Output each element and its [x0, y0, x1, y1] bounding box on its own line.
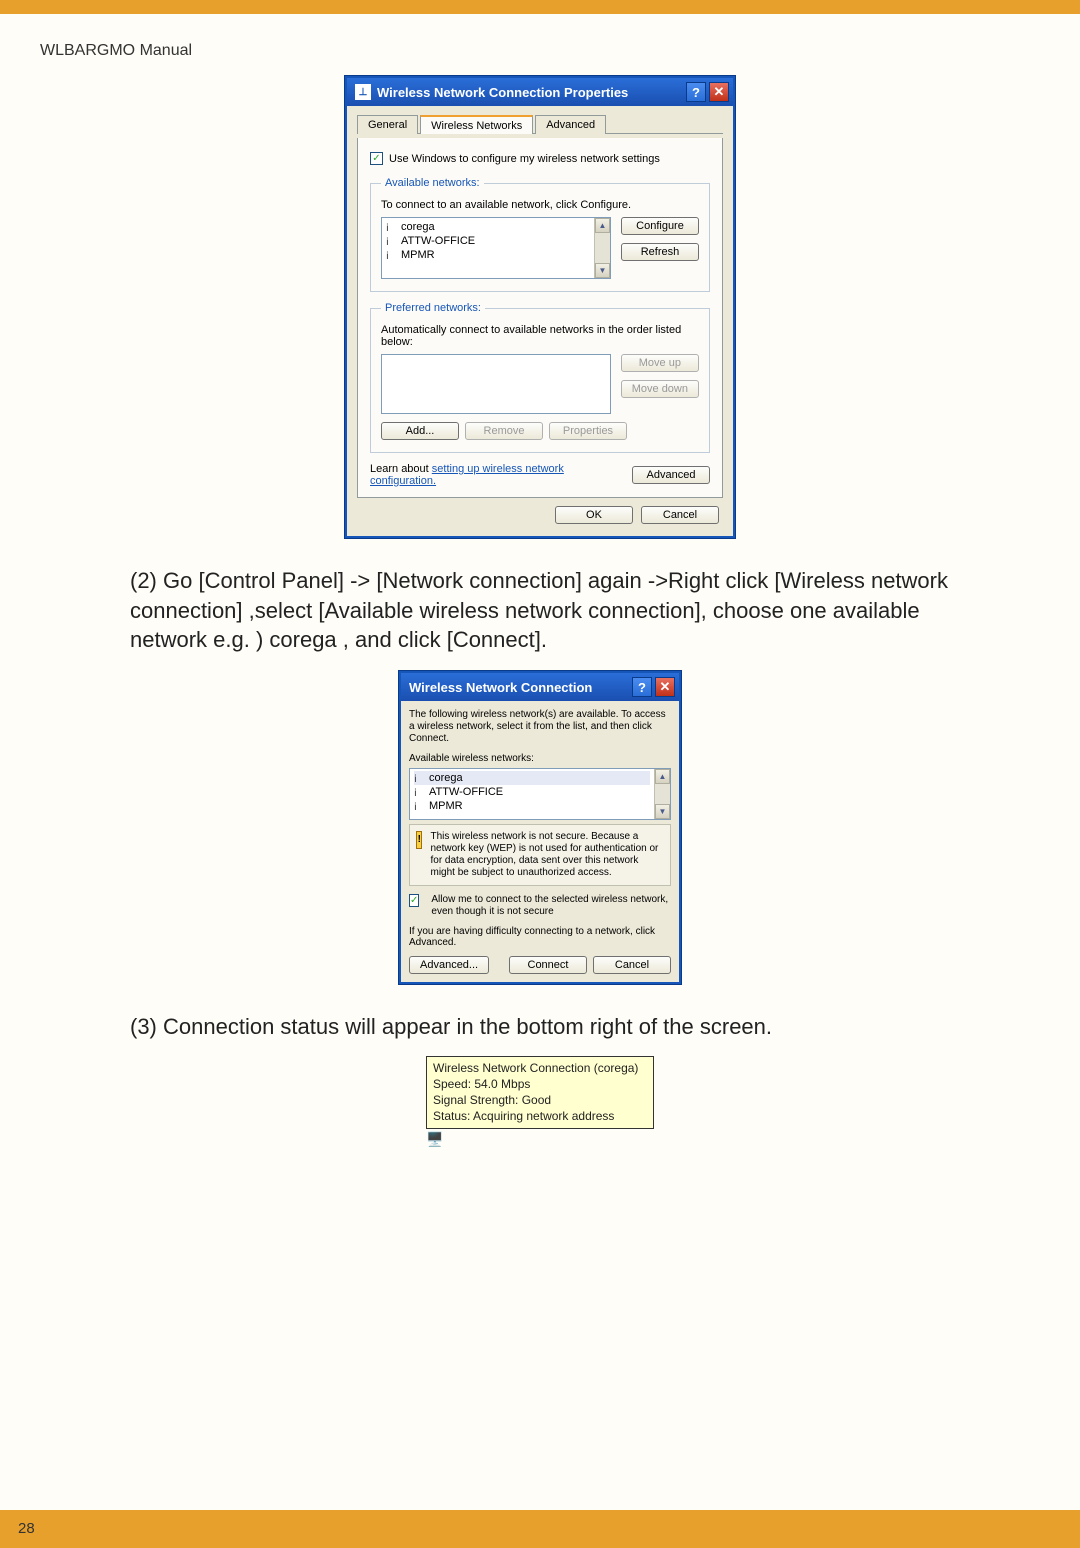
properties-button: Properties: [549, 422, 627, 440]
titlebar[interactable]: ⊥ Wireless Network Connection Properties…: [347, 78, 733, 106]
network-icon: [414, 801, 425, 812]
use-windows-checkbox[interactable]: ✓: [370, 152, 383, 165]
refresh-button[interactable]: Refresh: [621, 243, 699, 261]
wireless-connection-dialog: Wireless Network Connection ? ✕ The foll…: [399, 671, 681, 984]
list-item: ATTW-OFFICE: [386, 234, 590, 248]
close-button[interactable]: ✕: [655, 677, 675, 697]
tooltip-line: Signal Strength: Good: [433, 1092, 647, 1108]
tooltip-line: Status: Acquiring network address: [433, 1108, 647, 1124]
scrollbar[interactable]: ▲ ▼: [594, 218, 610, 278]
move-up-button: Move up: [621, 354, 699, 372]
window-title: Wireless Network Connection Properties: [377, 85, 628, 100]
available-networks-group: Available networks: To connect to an ava…: [370, 177, 710, 292]
page-header: WLBARGMO Manual: [0, 14, 1080, 60]
page-footer: 28: [0, 1510, 1080, 1548]
cancel-button[interactable]: Cancel: [641, 506, 719, 524]
remove-button: Remove: [465, 422, 543, 440]
scrollbar[interactable]: ▲ ▼: [654, 769, 670, 819]
scroll-up-icon[interactable]: ▲: [595, 218, 610, 233]
warning-icon: !: [416, 831, 422, 849]
tab-bar: General Wireless Networks Advanced: [357, 114, 723, 134]
network-icon: [386, 236, 397, 247]
warning-text: This wireless network is not secure. Bec…: [430, 831, 664, 879]
preferred-desc: Automatically connect to available netwo…: [381, 324, 699, 348]
allow-insecure-label: Allow me to connect to the selected wire…: [431, 894, 671, 918]
tray-network-icon: 🖥️: [426, 1131, 446, 1151]
help-button[interactable]: ?: [686, 82, 706, 102]
cancel-button[interactable]: Cancel: [593, 956, 671, 974]
scroll-down-icon[interactable]: ▼: [655, 804, 670, 819]
preferred-legend: Preferred networks:: [381, 302, 485, 314]
available-legend: Available networks:: [381, 177, 484, 189]
list-item: corega: [386, 220, 590, 234]
difficulty-text: If you are having difficulty connecting …: [409, 926, 671, 948]
tab-advanced[interactable]: Advanced: [535, 115, 606, 134]
manual-title: WLBARGMO Manual: [40, 42, 192, 59]
advanced-button[interactable]: Advanced: [632, 466, 710, 484]
add-button[interactable]: Add...: [381, 422, 459, 440]
available-label: Available wireless networks:: [409, 753, 671, 764]
preferred-networks-group: Preferred networks: Automatically connec…: [370, 302, 710, 453]
security-warning: ! This wireless network is not secure. B…: [409, 824, 671, 886]
network-icon: [386, 222, 397, 233]
network-icon: [386, 250, 397, 261]
titlebar[interactable]: Wireless Network Connection ? ✕: [401, 673, 679, 701]
tab-wireless-networks[interactable]: Wireless Networks: [420, 115, 533, 134]
help-button[interactable]: ?: [632, 677, 652, 697]
list-item: ATTW-OFFICE: [414, 785, 650, 799]
step-3-text: (3) Connection status will appear in the…: [130, 1012, 980, 1042]
network-icon: [414, 787, 425, 798]
connection-tooltip: Wireless Network Connection (corega) Spe…: [426, 1056, 654, 1151]
step-2-text: (2) Go [Control Panel] -> [Network conne…: [130, 566, 980, 655]
wireless-properties-dialog: ⊥ Wireless Network Connection Properties…: [345, 76, 735, 538]
scroll-down-icon[interactable]: ▼: [595, 263, 610, 278]
page-number: 28: [18, 1520, 35, 1537]
advanced-button[interactable]: Advanced...: [409, 956, 489, 974]
available-listbox[interactable]: corega ATTW-OFFICE MPMR ▲ ▼: [381, 217, 611, 279]
configure-button[interactable]: Configure: [621, 217, 699, 235]
network-icon: [414, 773, 425, 784]
window-icon: ⊥: [355, 84, 371, 100]
close-button[interactable]: ✕: [709, 82, 729, 102]
dialog-description: The following wireless network(s) are av…: [409, 709, 671, 745]
learn-text: Learn about setting up wireless network …: [370, 463, 632, 487]
preferred-listbox[interactable]: [381, 354, 611, 414]
allow-insecure-checkbox[interactable]: ✓: [409, 894, 419, 907]
move-down-button: Move down: [621, 380, 699, 398]
use-windows-label: Use Windows to configure my wireless net…: [389, 153, 660, 165]
connect-button[interactable]: Connect: [509, 956, 587, 974]
tooltip-line: Wireless Network Connection (corega): [433, 1060, 647, 1076]
list-item: corega: [414, 771, 650, 785]
available-desc: To connect to an available network, clic…: [381, 199, 699, 211]
list-item: MPMR: [414, 799, 650, 813]
ok-button[interactable]: OK: [555, 506, 633, 524]
window-title: Wireless Network Connection: [409, 680, 592, 695]
tab-general[interactable]: General: [357, 115, 418, 134]
tooltip-line: Speed: 54.0 Mbps: [433, 1076, 647, 1092]
available-networks-listbox[interactable]: corega ATTW-OFFICE MPMR ▲ ▼: [409, 768, 671, 820]
scroll-up-icon[interactable]: ▲: [655, 769, 670, 784]
list-item: MPMR: [386, 248, 590, 262]
